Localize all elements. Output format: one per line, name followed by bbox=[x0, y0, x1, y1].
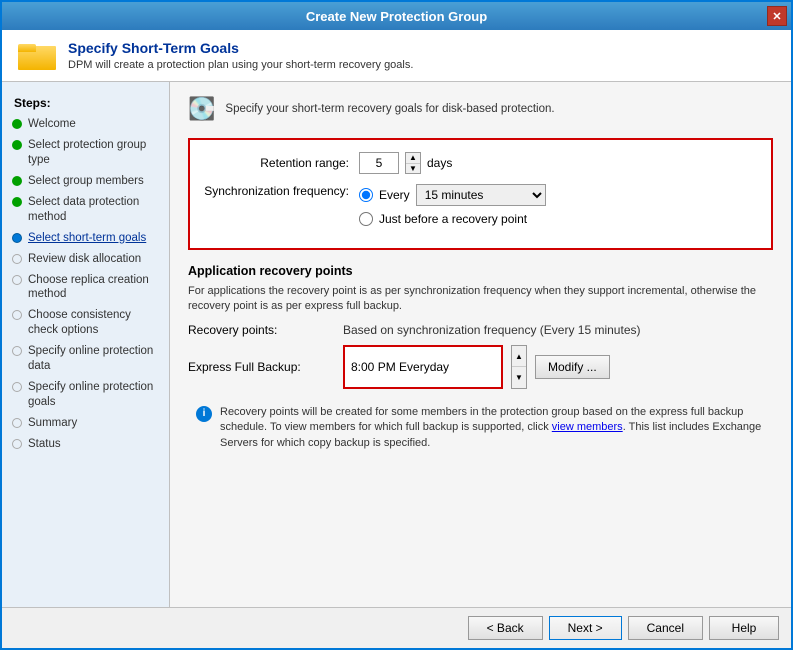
sidebar: Steps: Welcome Select protection group t… bbox=[2, 82, 170, 607]
sidebar-label-status: Status bbox=[28, 437, 61, 452]
express-scroll-buttons[interactable]: ▲ ▼ bbox=[511, 345, 527, 389]
sync-frequency-row: Synchronization frequency: Every 5 minut… bbox=[204, 184, 757, 226]
sidebar-label-protection-group-type: Select protection group type bbox=[28, 138, 161, 168]
title-bar: Create New Protection Group ✕ bbox=[2, 2, 791, 30]
recovery-points-value: Based on synchronization frequency (Ever… bbox=[343, 323, 641, 337]
form-section: Retention range: ▲ ▼ days Synchroniza bbox=[188, 138, 773, 250]
express-backup-box: 8:00 PM Everyday bbox=[343, 345, 503, 389]
express-scroll-up[interactable]: ▲ bbox=[512, 346, 526, 368]
cancel-button[interactable]: Cancel bbox=[628, 616, 703, 640]
header-text: Specify Short-Term Goals DPM will create… bbox=[68, 40, 413, 71]
express-backup-group: 8:00 PM Everyday ▲ ▼ Modify ... bbox=[343, 345, 610, 389]
view-members-link[interactable]: view members bbox=[552, 421, 623, 433]
dot-consistency-check bbox=[12, 310, 22, 320]
dot-replica-creation bbox=[12, 275, 22, 285]
recovery-points-row: Recovery points: Based on synchronizatio… bbox=[188, 323, 773, 337]
sidebar-label-online-protection-data: Specify online protection data bbox=[28, 344, 161, 374]
dot-data-protection bbox=[12, 197, 22, 207]
retention-label: Retention range: bbox=[204, 156, 349, 170]
info-box: i Recovery points will be created for so… bbox=[188, 397, 773, 459]
express-scroll-down[interactable]: ▼ bbox=[512, 367, 526, 388]
sidebar-item-welcome[interactable]: Welcome bbox=[2, 114, 169, 135]
main-window: Create New Protection Group ✕ Specify Sh… bbox=[0, 0, 793, 650]
just-before-radio-row: Just before a recovery point bbox=[359, 212, 546, 226]
sidebar-title: Steps: bbox=[2, 92, 169, 114]
modify-button[interactable]: Modify ... bbox=[535, 355, 610, 379]
help-button[interactable]: Help bbox=[709, 616, 779, 640]
sidebar-item-consistency-check[interactable]: Choose consistency check options bbox=[2, 305, 169, 341]
retention-label-text: Retention range: bbox=[260, 156, 349, 170]
dot-online-protection-data bbox=[12, 346, 22, 356]
app-recovery-desc: For applications the recovery point is a… bbox=[188, 284, 773, 315]
sidebar-label-replica-creation: Choose replica creation method bbox=[28, 273, 161, 303]
retention-spinner[interactable]: ▲ ▼ bbox=[405, 152, 421, 174]
days-label: days bbox=[427, 156, 452, 170]
next-button[interactable]: Next > bbox=[549, 616, 622, 640]
express-backup-row: Express Full Backup: 8:00 PM Everyday ▲ … bbox=[188, 345, 773, 389]
dot-protection-group-type bbox=[12, 140, 22, 150]
disk-header: 💽 Specify your short-term recovery goals… bbox=[188, 96, 773, 122]
sidebar-label-group-members: Select group members bbox=[28, 174, 144, 189]
spinner-up[interactable]: ▲ bbox=[406, 153, 420, 164]
sidebar-item-online-protection-goals[interactable]: Specify online protection goals bbox=[2, 377, 169, 413]
main-content: Steps: Welcome Select protection group t… bbox=[2, 82, 791, 607]
sidebar-item-short-term-goals[interactable]: Select short-term goals bbox=[2, 228, 169, 249]
just-before-radio[interactable] bbox=[359, 212, 373, 226]
retention-value-input[interactable] bbox=[359, 152, 399, 174]
dot-summary bbox=[12, 418, 22, 428]
retention-input-group: ▲ ▼ days bbox=[359, 152, 452, 174]
frequency-select[interactable]: 5 minutes 15 minutes 30 minutes 1 hour 2… bbox=[416, 184, 546, 206]
express-backup-value: 8:00 PM Everyday bbox=[351, 360, 449, 374]
sidebar-item-data-protection[interactable]: Select data protection method bbox=[2, 192, 169, 228]
close-button[interactable]: ✕ bbox=[767, 6, 787, 26]
dot-short-term-goals bbox=[12, 233, 22, 243]
sidebar-item-status[interactable]: Status bbox=[2, 434, 169, 455]
sidebar-label-data-protection: Select data protection method bbox=[28, 195, 161, 225]
page-subtitle: DPM will create a protection plan using … bbox=[68, 59, 413, 71]
header-section: Specify Short-Term Goals DPM will create… bbox=[2, 30, 791, 82]
dot-group-members bbox=[12, 176, 22, 186]
just-before-label: Just before a recovery point bbox=[379, 212, 527, 226]
disk-icon: 💽 bbox=[188, 96, 215, 122]
app-recovery-title: Application recovery points bbox=[188, 264, 773, 278]
sidebar-item-replica-creation[interactable]: Choose replica creation method bbox=[2, 270, 169, 306]
retention-row: Retention range: ▲ ▼ days bbox=[204, 152, 757, 174]
dot-online-protection-goals bbox=[12, 382, 22, 392]
footer: < Back Next > Cancel Help bbox=[2, 607, 791, 648]
page-title: Specify Short-Term Goals bbox=[68, 40, 413, 56]
back-button[interactable]: < Back bbox=[468, 616, 543, 640]
app-recovery-section: Application recovery points For applicat… bbox=[188, 264, 773, 459]
content-area: 💽 Specify your short-term recovery goals… bbox=[170, 82, 791, 607]
sync-frequency-label-text: Synchronization frequency: bbox=[204, 184, 349, 198]
sidebar-label-summary: Summary bbox=[28, 416, 77, 431]
sync-frequency-options: Every 5 minutes 15 minutes 30 minutes 1 … bbox=[359, 184, 546, 226]
every-radio[interactable] bbox=[359, 188, 373, 202]
info-text-container: Recovery points will be created for some… bbox=[220, 405, 765, 451]
sidebar-item-online-protection-data[interactable]: Specify online protection data bbox=[2, 341, 169, 377]
sidebar-item-protection-group-type[interactable]: Select protection group type bbox=[2, 135, 169, 171]
sidebar-item-group-members[interactable]: Select group members bbox=[2, 171, 169, 192]
window-title: Create New Protection Group bbox=[306, 9, 487, 24]
info-icon: i bbox=[196, 406, 212, 422]
every-radio-row: Every 5 minutes 15 minutes 30 minutes 1 … bbox=[359, 184, 546, 206]
dot-review-disk bbox=[12, 254, 22, 264]
sidebar-label-welcome: Welcome bbox=[28, 117, 76, 132]
dot-status bbox=[12, 439, 22, 449]
folder-icon bbox=[18, 40, 56, 70]
spinner-down[interactable]: ▼ bbox=[406, 164, 420, 174]
dot-welcome bbox=[12, 119, 22, 129]
disk-header-text: Specify your short-term recovery goals f… bbox=[225, 103, 554, 115]
express-backup-label: Express Full Backup: bbox=[188, 360, 333, 374]
sidebar-item-summary[interactable]: Summary bbox=[2, 413, 169, 434]
sidebar-label-short-term-goals: Select short-term goals bbox=[28, 231, 146, 246]
sidebar-item-review-disk[interactable]: Review disk allocation bbox=[2, 249, 169, 270]
sidebar-label-review-disk: Review disk allocation bbox=[28, 252, 141, 267]
every-label: Every bbox=[379, 188, 410, 202]
sidebar-label-online-protection-goals: Specify online protection goals bbox=[28, 380, 161, 410]
sync-frequency-label: Synchronization frequency: bbox=[204, 184, 349, 198]
recovery-points-label: Recovery points: bbox=[188, 323, 333, 337]
sidebar-label-consistency-check: Choose consistency check options bbox=[28, 308, 161, 338]
